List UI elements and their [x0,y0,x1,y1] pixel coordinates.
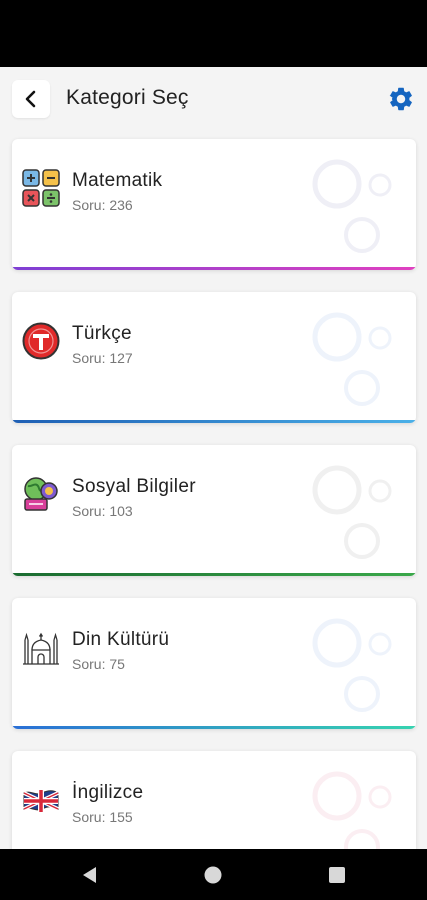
category-card[interactable]: Sosyal Bilgiler Soru: 103 [12,445,416,576]
decorative-circles [312,159,392,253]
decorative-circles [312,618,392,712]
uk-flag-icon [23,790,59,812]
category-name: Sosyal Bilgiler [72,476,196,497]
question-count: Soru: 103 [72,503,133,519]
letter-t-icon [22,322,60,360]
category-name: Türkçe [72,323,132,344]
question-count: Soru: 236 [72,197,133,213]
category-name: Matematik [72,170,163,191]
calculator-icon [22,169,60,207]
category-card[interactable]: Din Kültürü Soru: 75 [12,598,416,729]
page-title: Kategori Seç [66,86,189,109]
category-list[interactable]: Matematik Soru: 236 Türkçe Soru: 127 Sos… [0,133,427,849]
decorative-circles [312,465,392,559]
circle-home-icon[interactable] [202,864,224,886]
globe-badges-icon [24,477,58,511]
chevron-left-icon [25,90,36,108]
category-name: İngilizce [72,782,144,803]
category-card[interactable]: Matematik Soru: 236 [12,139,416,270]
decorative-circles [312,312,392,406]
decorative-circles [312,771,392,849]
category-name: Din Kültürü [72,629,170,650]
gear-icon[interactable] [387,85,415,113]
status-bar [0,0,427,67]
question-count: Soru: 127 [72,350,133,366]
square-recents-icon[interactable] [326,864,348,886]
question-count: Soru: 155 [72,809,133,825]
accent-bar [12,573,416,576]
accent-bar [12,420,416,423]
category-card[interactable]: Türkçe Soru: 127 [12,292,416,423]
category-card[interactable]: İngilizce Soru: 155 [12,751,416,849]
accent-bar [12,726,416,729]
back-button[interactable] [12,80,50,118]
system-nav-bar [0,849,427,900]
accent-bar [12,267,416,270]
triangle-back-icon[interactable] [79,864,101,886]
question-count: Soru: 75 [72,656,125,672]
app-bar: Kategori Seç [0,67,427,133]
mosque-icon [23,632,59,665]
